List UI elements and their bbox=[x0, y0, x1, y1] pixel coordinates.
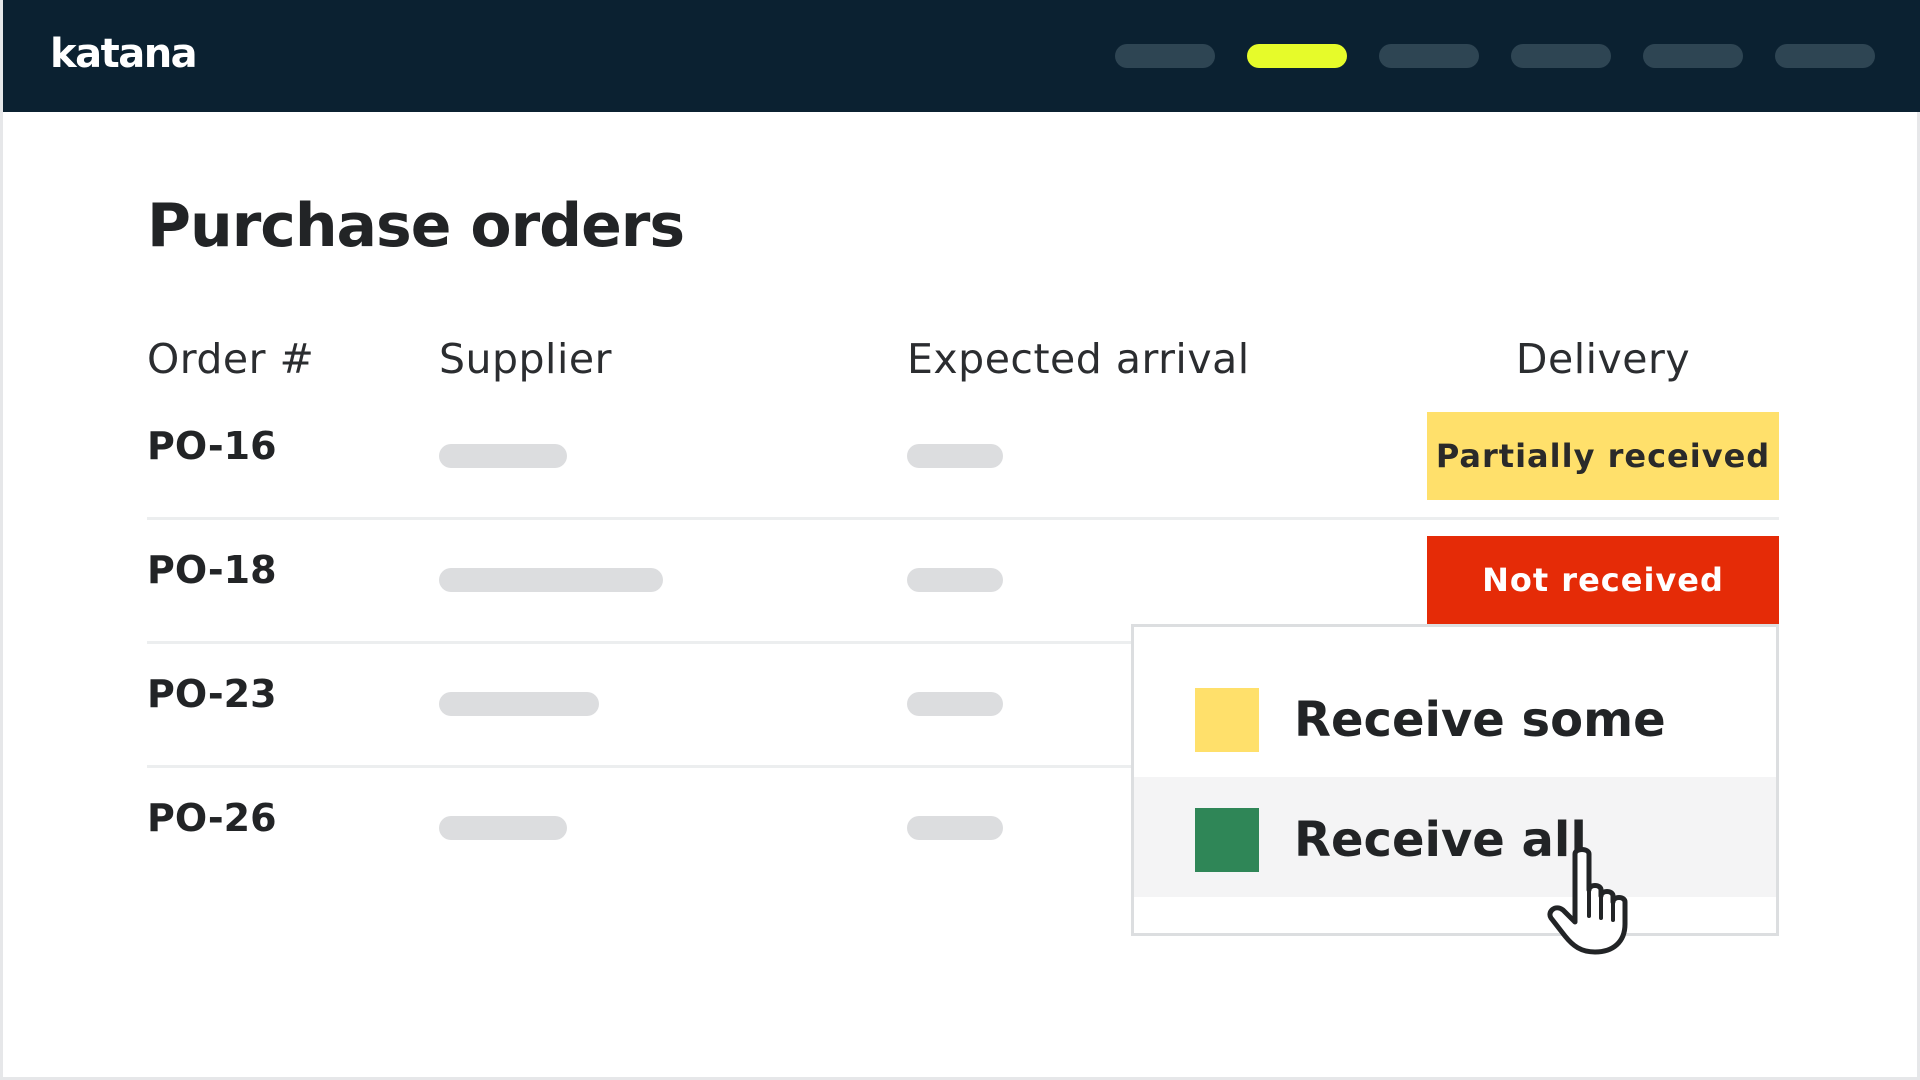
nav-item-5[interactable] bbox=[1643, 44, 1743, 68]
hand-pointer-icon bbox=[1547, 847, 1628, 955]
nav-menu bbox=[1115, 44, 1875, 68]
arrival-placeholder bbox=[907, 692, 1003, 716]
supplier-placeholder bbox=[439, 816, 567, 840]
nav-item-4[interactable] bbox=[1511, 44, 1611, 68]
menu-item-label: Receive all bbox=[1294, 812, 1587, 868]
nav-item-2-active[interactable] bbox=[1247, 44, 1347, 68]
supplier-placeholder bbox=[439, 568, 663, 592]
arrival-placeholder bbox=[907, 568, 1003, 592]
delivery-status-partially-received[interactable]: Partially received bbox=[1427, 412, 1779, 500]
column-header-delivery: Delivery bbox=[1515, 335, 1691, 383]
yellow-swatch-icon bbox=[1195, 688, 1259, 752]
supplier-placeholder bbox=[439, 692, 599, 716]
order-number[interactable]: PO-23 bbox=[147, 670, 277, 718]
supplier-placeholder bbox=[439, 444, 567, 468]
arrival-placeholder bbox=[907, 444, 1003, 468]
green-swatch-icon bbox=[1195, 808, 1259, 872]
nav-item-3[interactable] bbox=[1379, 44, 1479, 68]
page-title: Purchase orders bbox=[147, 191, 685, 261]
katana-logo: katana bbox=[50, 31, 198, 77]
app-window: katana Purchase orders Order # Supplier … bbox=[0, 0, 1920, 1080]
nav-item-1[interactable] bbox=[1115, 44, 1215, 68]
menu-item-receive-all[interactable]: Receive all bbox=[1134, 777, 1776, 897]
column-header-supplier: Supplier bbox=[439, 335, 612, 383]
menu-item-receive-some[interactable]: Receive some bbox=[1134, 657, 1776, 777]
column-header-expected-arrival: Expected arrival bbox=[907, 335, 1250, 383]
top-navigation-bar: katana bbox=[3, 0, 1920, 112]
delivery-dropdown-menu: Receive some Receive all bbox=[1131, 624, 1779, 936]
order-number[interactable]: PO-18 bbox=[147, 546, 277, 594]
delivery-status-not-received[interactable]: Not received bbox=[1427, 536, 1779, 624]
arrival-placeholder bbox=[907, 816, 1003, 840]
nav-item-6[interactable] bbox=[1775, 44, 1875, 68]
order-number[interactable]: PO-16 bbox=[147, 422, 277, 470]
menu-item-label: Receive some bbox=[1294, 692, 1666, 748]
column-header-order: Order # bbox=[147, 335, 315, 383]
order-number[interactable]: PO-26 bbox=[147, 794, 277, 842]
